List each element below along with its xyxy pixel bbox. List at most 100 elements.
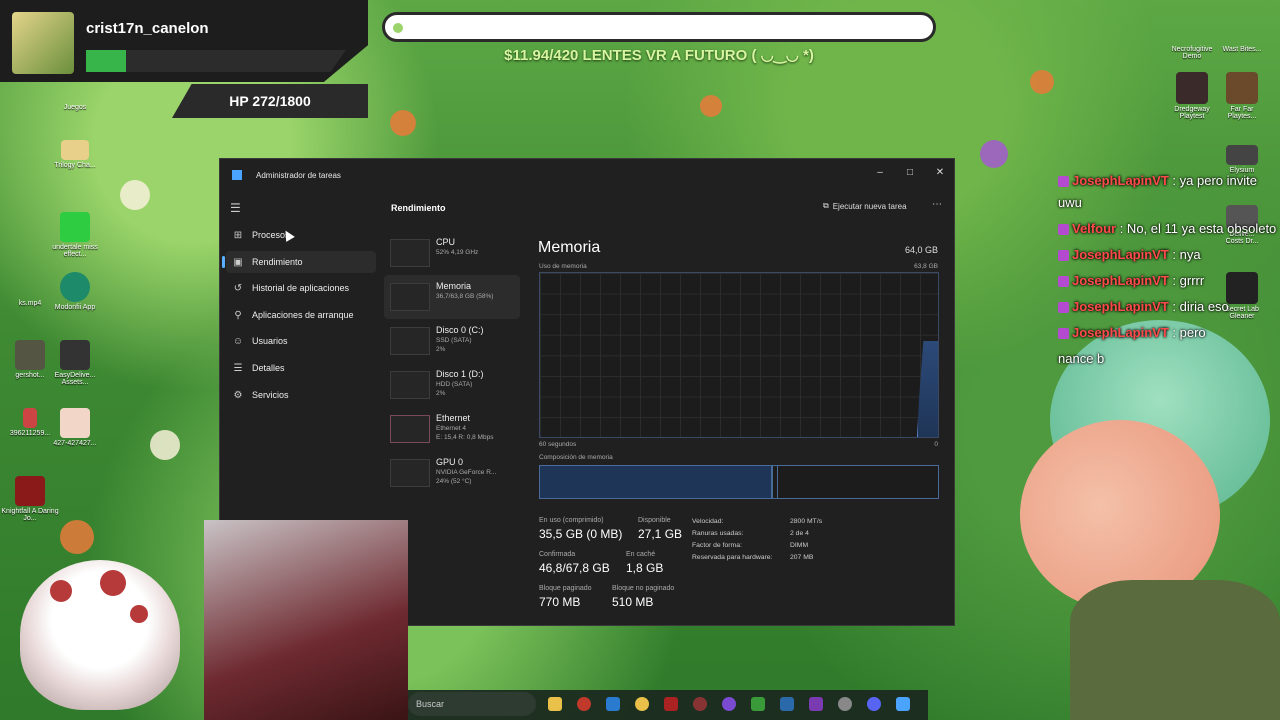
composition-label: Composición de memoria [539, 454, 613, 461]
run-task-label: Ejecutar nueva tarea [832, 201, 907, 211]
chat-username: JosephLapinVT [1072, 325, 1169, 340]
processes-icon: ⊞ [233, 229, 243, 241]
file-explorer-icon[interactable] [548, 697, 562, 711]
nav-historial[interactable]: ↺ Historial de aplicaciones [226, 277, 376, 299]
desktop-icon-ks-video[interactable]: ks.mp4 [0, 300, 60, 307]
goal-progress-bar [382, 12, 936, 42]
chat-badge-icon [1058, 224, 1069, 236]
folder-icon [61, 140, 89, 160]
app-icon[interactable] [722, 697, 736, 711]
desktop-icon-label: Necrofugitive Demo [1171, 46, 1213, 60]
nav-servicios[interactable]: ⚙ Servicios [226, 384, 376, 406]
desktop-icon-dredgeway[interactable]: Dredgeway Playtest [1170, 72, 1214, 120]
app-icon[interactable] [780, 697, 794, 711]
stat-label: En caché [626, 551, 656, 558]
title-bar[interactable]: Administrador de tareas – □ ✕ [220, 159, 954, 193]
app-icon [1226, 72, 1258, 104]
mushroom-mascot [20, 560, 180, 710]
nav-procesos[interactable]: ⊞ Procesos [226, 224, 376, 246]
flower-decoration [120, 180, 150, 210]
desktop-icon-image2[interactable]: 427-427427... [45, 408, 105, 447]
app-icon [15, 476, 45, 506]
device-name: Ethernet [436, 413, 471, 423]
app-icon [1226, 145, 1258, 165]
device-disk1[interactable]: Disco 1 (D:) HDD (SATA) 2% [384, 363, 520, 407]
app-icon[interactable] [606, 697, 620, 711]
chat-text: : grrrr [1172, 273, 1205, 288]
users-icon: ☺ [232, 335, 244, 347]
desktop-icon-label: 427-427427... [53, 440, 97, 447]
chat-text: : diria eso [1172, 299, 1229, 314]
desktop-icon-wast[interactable]: Wast Bites... [1220, 28, 1264, 53]
discord-icon[interactable] [867, 697, 881, 711]
device-usage: 24% (52 °C) [436, 478, 472, 485]
flower-decoration [980, 140, 1008, 168]
desktop-icon-trilogy[interactable]: Trilogy Cha... [45, 140, 105, 169]
device-disk0[interactable]: Disco 0 (C:) SSD (SATA) 2% [384, 319, 520, 363]
device-gpu[interactable]: GPU 0 NVIDIA GeForce R... 24% (52 °C) [384, 451, 520, 495]
app-icon[interactable] [809, 697, 823, 711]
app-icon[interactable] [664, 697, 678, 711]
device-detail: HDD (SATA) [436, 381, 473, 388]
folder-icon [60, 96, 90, 102]
desktop-icon-easydelivery[interactable]: EasyDelive... Assets... [45, 340, 105, 386]
run-new-task-button[interactable]: ⧉ Ejecutar nueva tarea [823, 201, 907, 211]
avatar [12, 12, 74, 74]
device-thumbnail [390, 239, 430, 267]
chat-text: : pero [1172, 325, 1206, 340]
run-task-icon: ⧉ [823, 201, 829, 210]
chat-badge-icon [1058, 302, 1069, 314]
mushroom-spot [130, 605, 148, 623]
device-usage: E: 15,4 R: 0,8 Mbps [436, 434, 494, 441]
nav-arranque[interactable]: ⚲ Aplicaciones de arranque [226, 304, 376, 326]
chrome-icon[interactable] [635, 697, 649, 711]
image-icon [23, 408, 37, 428]
device-ethernet[interactable]: Ethernet Ethernet 4 E: 15,4 R: 0,8 Mbps [384, 407, 520, 451]
app-icon[interactable] [693, 697, 707, 711]
desktop-icon-knightfall[interactable]: Knightfall A Daring Jo... [0, 476, 60, 522]
device-cpu[interactable]: CPU 52% 4,19 GHz [384, 231, 520, 275]
memory-title: Memoria [538, 239, 601, 256]
spec-speed-value: 2800 MT/s [790, 518, 823, 525]
spec-form-value: DIMM [790, 542, 809, 549]
app-icon [60, 340, 90, 370]
chat-message: JosephLapinVT : grrrr [1058, 270, 1280, 292]
task-manager-taskbar-icon[interactable] [896, 697, 910, 711]
chat-badge-icon [1058, 176, 1069, 188]
graph-time-label: 60 segundos [539, 441, 577, 448]
device-thumbnail [390, 371, 430, 399]
hamburger-menu-icon[interactable]: ☰ [230, 201, 241, 215]
nav-usuarios[interactable]: ☺ Usuarios [226, 330, 376, 352]
desktop-icon-label: Juegos [63, 104, 87, 111]
desktop-icon-necrofugitive[interactable]: Necrofugitive Demo [1170, 28, 1214, 60]
composition-standby [776, 466, 778, 498]
nav-detalles[interactable]: ☰ Detalles [226, 357, 376, 379]
stat-label: Bloque paginado [539, 585, 592, 592]
device-name: Disco 1 (D:) [436, 369, 484, 379]
minimize-button[interactable]: – [866, 163, 894, 183]
desktop-icon-label: Wast Bites... [1222, 46, 1262, 53]
spec-form-label: Factor de forma: [692, 542, 742, 549]
memory-usage-graph [539, 272, 939, 438]
nav-label: Historial de aplicaciones [252, 283, 350, 293]
maximize-button[interactable]: □ [896, 163, 924, 183]
chat-message: Velfour : No, el 11 ya esta obsoleto [1058, 218, 1280, 240]
desktop-icon-juegos[interactable]: Juegos [45, 96, 105, 111]
app-icon[interactable] [577, 697, 591, 711]
stat-value: 27,1 GB [638, 527, 683, 541]
desktop-icon-farfar[interactable]: Far Far Playtes... [1220, 72, 1264, 120]
app-icon[interactable] [751, 697, 765, 711]
chat-badge-icon [1058, 276, 1069, 288]
device-usage: 2% [436, 346, 446, 353]
desktop-icon-undertale[interactable]: undertale miss effect... [45, 212, 105, 258]
more-options-icon[interactable]: ⋯ [932, 199, 942, 210]
graph-zero-label: 0 [934, 441, 938, 448]
device-thumbnail [390, 415, 430, 443]
settings-icon[interactable] [838, 697, 852, 711]
stat-paged-pool: Bloque paginado 770 MB [539, 585, 592, 609]
taskbar-search[interactable]: Buscar [408, 692, 536, 716]
device-memory[interactable]: Memoria 36,7/63,8 GB (58%) [384, 275, 520, 319]
nav-rendimiento[interactable]: ▣ Rendimiento [222, 251, 376, 273]
device-detail: NVIDIA GeForce R... [436, 469, 497, 476]
close-button[interactable]: ✕ [926, 163, 954, 183]
